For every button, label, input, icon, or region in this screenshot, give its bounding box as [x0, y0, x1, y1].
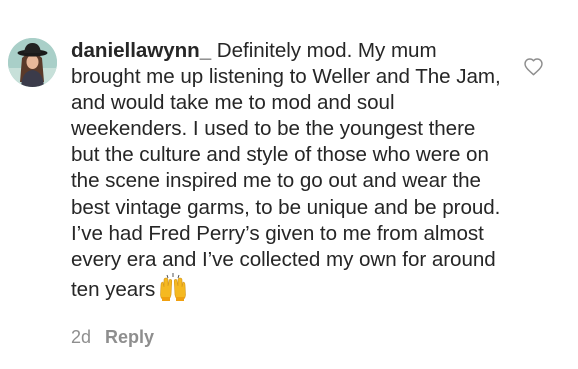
raising-hands-emoji	[158, 272, 188, 308]
comment-text: Definitely mod. My mum brought me up lis…	[71, 39, 501, 301]
comment: daniellawynn_ Definitely mod. My mum bro…	[0, 0, 578, 369]
avatar-image	[8, 38, 57, 87]
comment-meta: 2d Reply	[71, 327, 154, 348]
reply-button[interactable]: Reply	[105, 327, 154, 348]
heart-outline-icon[interactable]	[523, 57, 544, 76]
comment-body: daniellawynn_ Definitely mod. My mum bro…	[71, 38, 501, 308]
avatar[interactable]	[8, 38, 57, 87]
comment-timestamp: 2d	[71, 327, 92, 347]
username-link[interactable]: daniellawynn_	[71, 39, 211, 62]
